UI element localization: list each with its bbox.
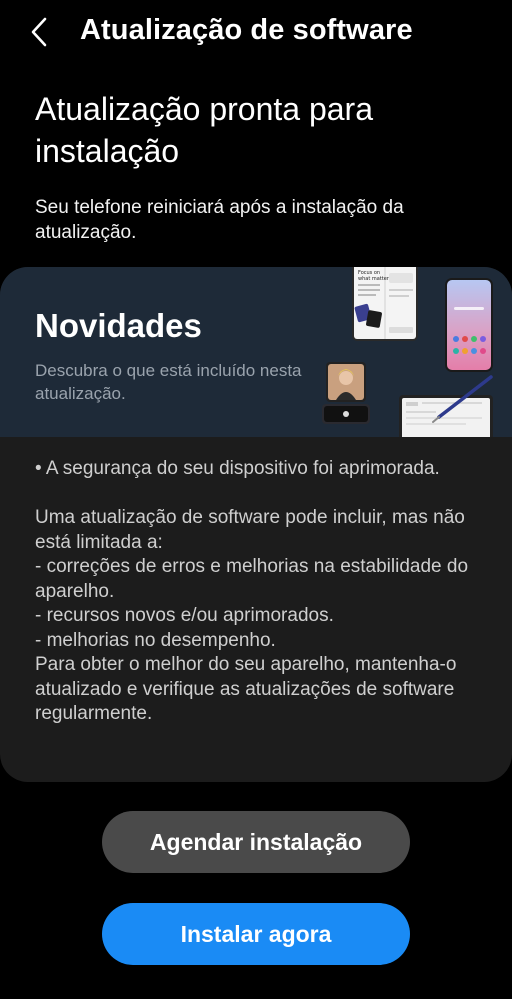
svg-text:what matters: what matters: [358, 276, 392, 282]
back-button[interactable]: [22, 12, 58, 52]
chevron-left-icon: [31, 17, 47, 47]
foldable-device-illustration: Focus on what matters: [351, 267, 421, 343]
app-bar: Atualização de software: [0, 0, 512, 64]
whats-new-title: Novidades: [35, 307, 202, 344]
phone-illustration: [444, 277, 494, 373]
flip-phone-illustration: [322, 360, 370, 428]
update-description: Uma atualização de software pode incluir…: [35, 507, 469, 724]
update-ready-heading: Atualização pronta para instalação: [35, 91, 373, 169]
whats-new-banner: Novidades Descubra o que está incluído n…: [0, 267, 512, 445]
security-note: • A segurança do seu dispositivo foi apr…: [35, 458, 440, 479]
update-details: • A segurança do seu dispositivo foi apr…: [35, 457, 485, 727]
page-title: Atualização de software: [80, 14, 413, 46]
install-now-button[interactable]: Instalar agora: [102, 903, 410, 965]
whats-new-card: Novidades Descubra o que está incluído n…: [0, 267, 512, 782]
software-update-screen: Atualização de software Atualização pron…: [0, 0, 512, 999]
tablet-pen-illustration: [397, 375, 497, 445]
restart-notice: Seu telefone reiniciará após a instalaçã…: [35, 197, 404, 243]
whats-new-description: Descubra o que está incluído nesta atual…: [35, 361, 302, 403]
schedule-install-button[interactable]: Agendar instalação: [102, 811, 410, 873]
